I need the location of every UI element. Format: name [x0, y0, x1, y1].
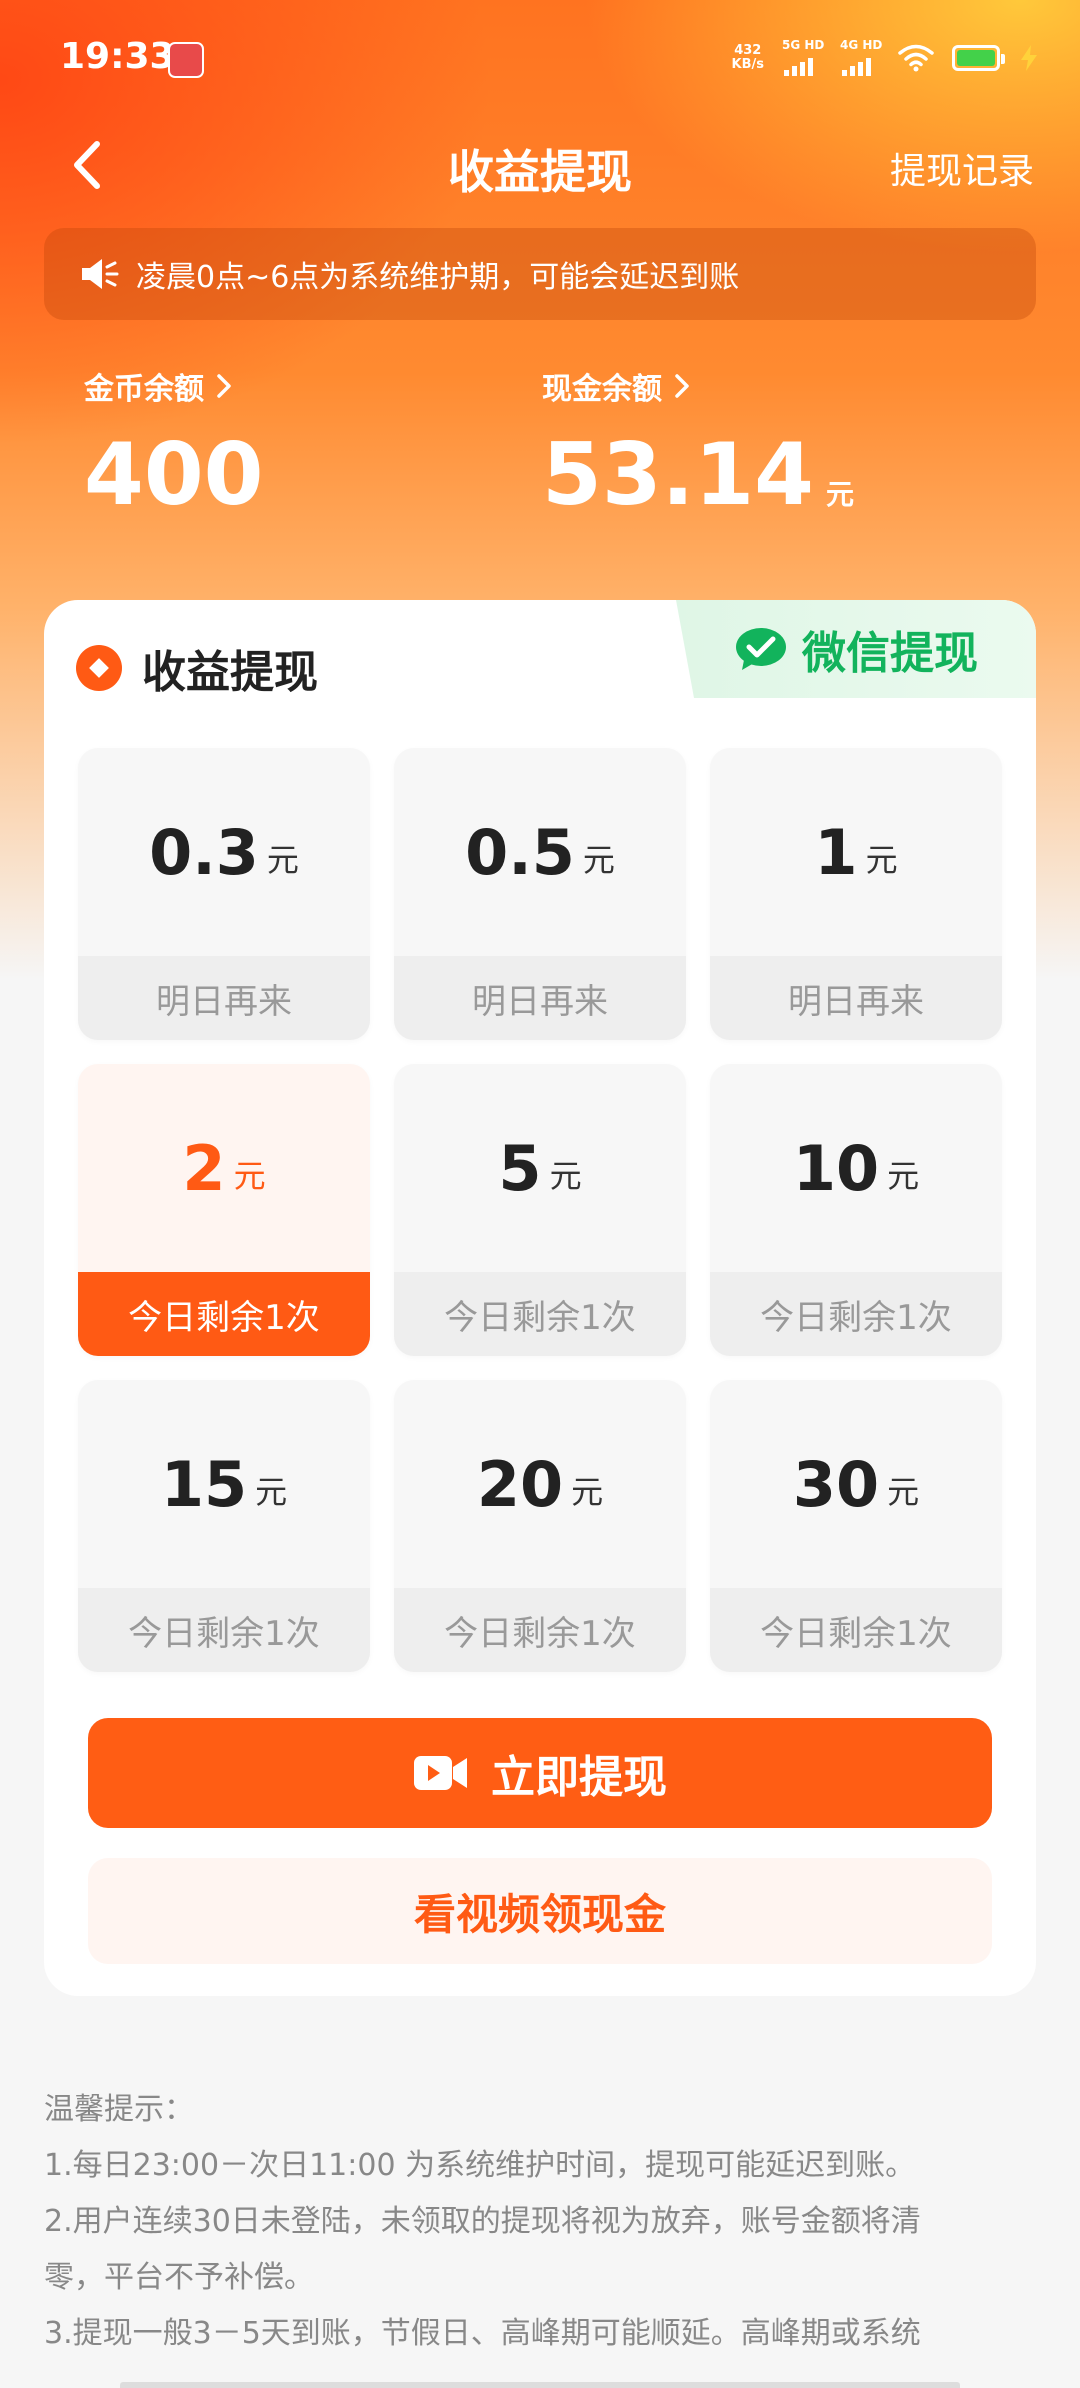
cash-balance-link[interactable]: 现金余额 [542, 364, 854, 408]
amount-status: 明日再来 [394, 956, 686, 1040]
amount-option[interactable]: 30 元 今日剩余1次 [710, 1380, 1002, 1672]
wechat-withdraw-tab[interactable]: 微信提现 [676, 600, 1036, 698]
amount-unit: 元 [266, 841, 299, 879]
amount-value: 0.3 [149, 815, 259, 889]
amount-option[interactable]: 0.5 元 明日再来 [394, 748, 686, 1040]
speaker-icon [82, 259, 119, 289]
amount-status: 明日再来 [78, 956, 370, 1040]
amount-status: 今日剩余1次 [710, 1272, 1002, 1356]
coin-balance-value: 400 [84, 425, 264, 525]
withdraw-history-link[interactable]: 提现记录 [890, 142, 1034, 194]
amount-unit: 元 [233, 1157, 266, 1195]
status-time: 19:33 [60, 36, 175, 77]
amount-unit: 元 [571, 1473, 604, 1511]
notice-text: 凌晨0点~6点为系统维护期，可能会延迟到账 [136, 260, 740, 295]
amount-unit: 元 [582, 841, 615, 879]
tip-item: 2.用户连续30日未登陆，未领取的提现将视为放弃，账号金额将清 [44, 2204, 921, 2239]
amount-status: 明日再来 [710, 956, 1002, 1040]
watch-video-button[interactable]: 看视频领现金 [88, 1858, 992, 1964]
amount-value: 15 [160, 1447, 248, 1521]
tip-item: 3.提现一般3－5天到账，节假日、高峰期可能顺延。高峰期或系统 [44, 2316, 921, 2351]
status-bar: 19:33 432 KB/s 5G HD 4G HD [0, 0, 1080, 110]
withdraw-badge-icon [76, 645, 122, 691]
video-camera-icon [414, 1756, 467, 1790]
withdraw-card: 收益提现 微信提现 0.3 元 明日再来 0.5 元 明日再来 1元 明日再来 2元… [44, 600, 1036, 1996]
cash-balance-value: 53.14 元 [542, 425, 855, 525]
back-button[interactable] [56, 130, 116, 200]
amount-option[interactable]: 2元 今日剩余1次 [78, 1064, 370, 1356]
nav-bar: 收益提现 提现记录 [0, 110, 1080, 220]
tips-section: 温馨提示： 1.每日23:00－次日11:00 为系统维护时间，提现可能延迟到账… [44, 2082, 1036, 2362]
amount-unit: 元 [549, 1157, 582, 1195]
amount-option[interactable]: 20 元 今日剩余1次 [394, 1380, 686, 1672]
amount-value: 30 [792, 1447, 880, 1521]
cash-unit: 元 [826, 478, 855, 511]
chevron-right-icon [675, 374, 689, 398]
charging-bolt-icon [1021, 45, 1037, 71]
amount-status: 今日剩余1次 [394, 1272, 686, 1356]
amount-value: 1 [814, 815, 858, 889]
signal-4g-icon: 4G HD [840, 38, 882, 78]
amount-status: 今日剩余1次 [394, 1588, 686, 1672]
card-header: 收益提现 微信提现 [44, 600, 1036, 740]
coin-balance: 金币余额 400 [84, 364, 264, 518]
amount-value: 5 [498, 1131, 542, 1205]
signal-5g-icon: 5G HD [782, 38, 824, 78]
amount-unit: 元 [865, 841, 898, 879]
amount-value: 10 [792, 1131, 880, 1205]
notice-bar: 凌晨0点~6点为系统维护期，可能会延迟到账 [44, 228, 1036, 320]
cash-balance: 现金余额 53.14 元 [542, 364, 854, 518]
amount-status: 今日剩余1次 [78, 1272, 370, 1356]
card-title: 收益提现 [142, 647, 318, 698]
wechat-withdraw-label: 微信提现 [802, 628, 978, 679]
withdraw-now-button[interactable]: 立即提现 [88, 1718, 992, 1828]
home-indicator [120, 2382, 960, 2388]
battery-icon [952, 45, 1005, 71]
amount-option[interactable]: 0.3 元 明日再来 [78, 748, 370, 1040]
tips-heading: 温馨提示： [44, 2092, 194, 2127]
network-speed: 432 KB/s [731, 43, 764, 72]
app-notification-icon [168, 42, 204, 78]
amount-option[interactable]: 1元 明日再来 [710, 748, 1002, 1040]
amount-option[interactable]: 15 元 今日剩余1次 [78, 1380, 370, 1672]
amount-unit: 元 [887, 1473, 920, 1511]
amount-unit: 元 [255, 1473, 288, 1511]
chevron-left-icon [74, 141, 100, 189]
tip-item: 1.每日23:00－次日11:00 为系统维护时间，提现可能延迟到账。 [44, 2148, 916, 2183]
wechat-icon [736, 628, 786, 670]
amount-option[interactable]: 5元 今日剩余1次 [394, 1064, 686, 1356]
amount-unit: 元 [887, 1157, 920, 1195]
amount-value: 2 [182, 1131, 226, 1205]
amount-value: 20 [476, 1447, 564, 1521]
amount-value: 0.5 [465, 815, 575, 889]
amount-status: 今日剩余1次 [710, 1588, 1002, 1672]
wifi-icon [898, 44, 934, 72]
amount-option[interactable]: 10 元 今日剩余1次 [710, 1064, 1002, 1356]
status-indicators: 432 KB/s 5G HD 4G HD [732, 38, 1040, 78]
chevron-right-icon [217, 374, 231, 398]
tip-item: 零，平台不予补偿。 [44, 2260, 314, 2295]
coin-balance-link[interactable]: 金币余额 [84, 364, 264, 408]
amount-grid: 0.3 元 明日再来 0.5 元 明日再来 1元 明日再来 2元 今日剩余1次 5元… [78, 748, 1002, 1672]
amount-status: 今日剩余1次 [78, 1588, 370, 1672]
